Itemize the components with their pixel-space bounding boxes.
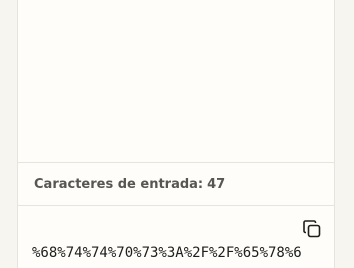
count-value: 47 (207, 176, 226, 192)
copy-icon (303, 220, 321, 238)
input-textarea[interactable] (18, 0, 334, 163)
converter-panel: Caracteres de entrada: 47 %68%74%74%70%7… (17, 0, 335, 268)
copy-button[interactable] (302, 219, 322, 239)
output-area: %68%74%74%70%73%3A%2F%2F%65%78%6 (18, 206, 334, 268)
input-character-count: Caracteres de entrada: 47 (18, 163, 334, 206)
count-label: Caracteres de entrada: (34, 176, 204, 192)
encoded-output[interactable]: %68%74%74%70%73%3A%2F%2F%65%78%6 (32, 245, 322, 261)
